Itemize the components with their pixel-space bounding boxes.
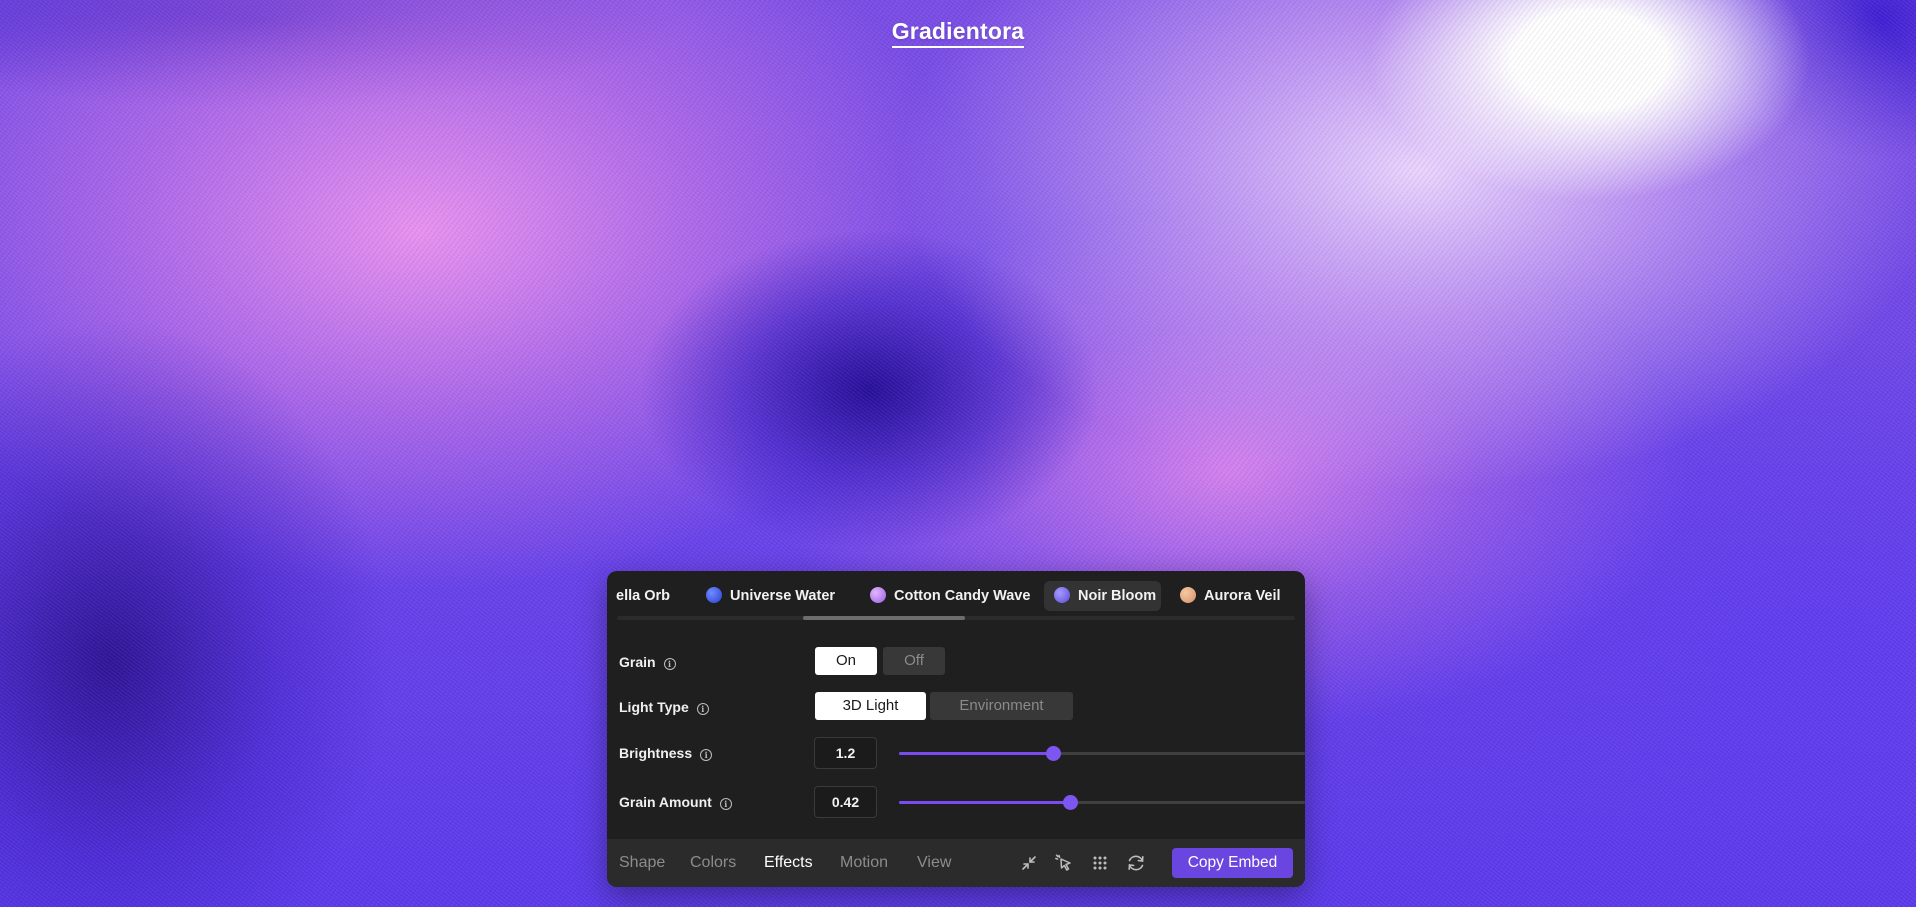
bottom-toolbar: Shape Colors Effects Motion View Copy Em… <box>607 839 1305 887</box>
tab-effects[interactable]: Effects <box>764 839 813 887</box>
preset-swatch-icon <box>1180 587 1196 603</box>
brightness-label-text: Brightness <box>619 745 693 761</box>
preset-label: Cotton Candy Wave <box>894 588 1031 604</box>
tab-motion[interactable]: Motion <box>840 839 888 887</box>
preset-label: ella Orb <box>616 588 670 604</box>
grain-amount-slider-fill <box>899 801 1070 804</box>
info-icon[interactable]: i <box>663 658 676 670</box>
refresh-icon[interactable] <box>1125 852 1147 874</box>
preset-scrollbar-thumb[interactable] <box>802 616 965 620</box>
preset-swatch-icon <box>1054 587 1070 603</box>
grain-label: Grain i <box>619 647 676 677</box>
grid-icon[interactable] <box>1089 852 1111 874</box>
preset-aurora-veil[interactable]: Aurora Veil <box>1170 581 1291 611</box>
light-type-environment-button[interactable]: Environment <box>930 692 1073 720</box>
pointer-click-icon[interactable] <box>1053 852 1075 874</box>
preset-stella-orb[interactable]: ella Orb <box>607 581 680 611</box>
info-icon[interactable]: i <box>700 749 713 761</box>
preset-strip[interactable]: ella Orb Universe Water Cotton Candy Wav… <box>607 571 1305 621</box>
grain-label-text: Grain <box>619 654 656 670</box>
preset-swatch-icon <box>706 587 722 603</box>
grain-amount-label: Grain Amount i <box>619 787 732 817</box>
grain-amount-row: Grain Amount i 0.42 <box>619 786 1305 818</box>
brightness-label: Brightness i <box>619 738 713 768</box>
brightness-input[interactable]: 1.2 <box>814 737 877 769</box>
preset-label: Aurora Veil <box>1204 588 1281 604</box>
copy-embed-button[interactable]: Copy Embed <box>1172 848 1293 878</box>
preset-universe-water[interactable]: Universe Water <box>696 581 845 611</box>
brand-title[interactable]: Gradientora <box>0 18 1916 48</box>
preset-noir-bloom[interactable]: Noir Bloom <box>1044 581 1161 611</box>
brightness-slider-fill <box>899 752 1054 755</box>
preset-label: Universe Water <box>730 588 836 604</box>
light-type-label-text: Light Type <box>619 699 689 715</box>
grain-amount-slider[interactable] <box>899 795 1305 810</box>
grain-on-button[interactable]: On <box>815 647 877 675</box>
light-type-3d-button[interactable]: 3D Light <box>815 692 926 720</box>
grain-row: Grain i On Off <box>619 647 1295 677</box>
brand-title-text: Gradientora <box>891 18 1025 48</box>
brightness-slider-thumb[interactable] <box>1046 746 1062 761</box>
brightness-row: Brightness i 1.2 <box>619 737 1305 769</box>
grain-amount-slider-thumb[interactable] <box>1062 795 1078 810</box>
info-icon[interactable]: i <box>696 703 709 715</box>
preset-cotton-candy-wave[interactable]: Cotton Candy Wave <box>860 581 1040 611</box>
grain-amount-input[interactable]: 0.42 <box>814 786 877 818</box>
tab-shape[interactable]: Shape <box>619 839 665 887</box>
preset-label: Noir Bloom <box>1078 588 1157 604</box>
tab-view[interactable]: View <box>917 839 951 887</box>
light-type-row: Light Type i 3D Light Environment <box>619 692 1295 722</box>
grain-amount-label-text: Grain Amount <box>619 794 712 810</box>
light-type-label: Light Type i <box>619 692 709 722</box>
collapse-icon[interactable] <box>1018 852 1040 874</box>
info-icon[interactable]: i <box>719 798 732 810</box>
tab-colors[interactable]: Colors <box>690 839 736 887</box>
control-panel: ella Orb Universe Water Cotton Candy Wav… <box>607 571 1305 887</box>
preset-swatch-icon <box>870 587 886 603</box>
grain-off-button[interactable]: Off <box>883 647 945 675</box>
brightness-slider[interactable] <box>899 746 1305 761</box>
